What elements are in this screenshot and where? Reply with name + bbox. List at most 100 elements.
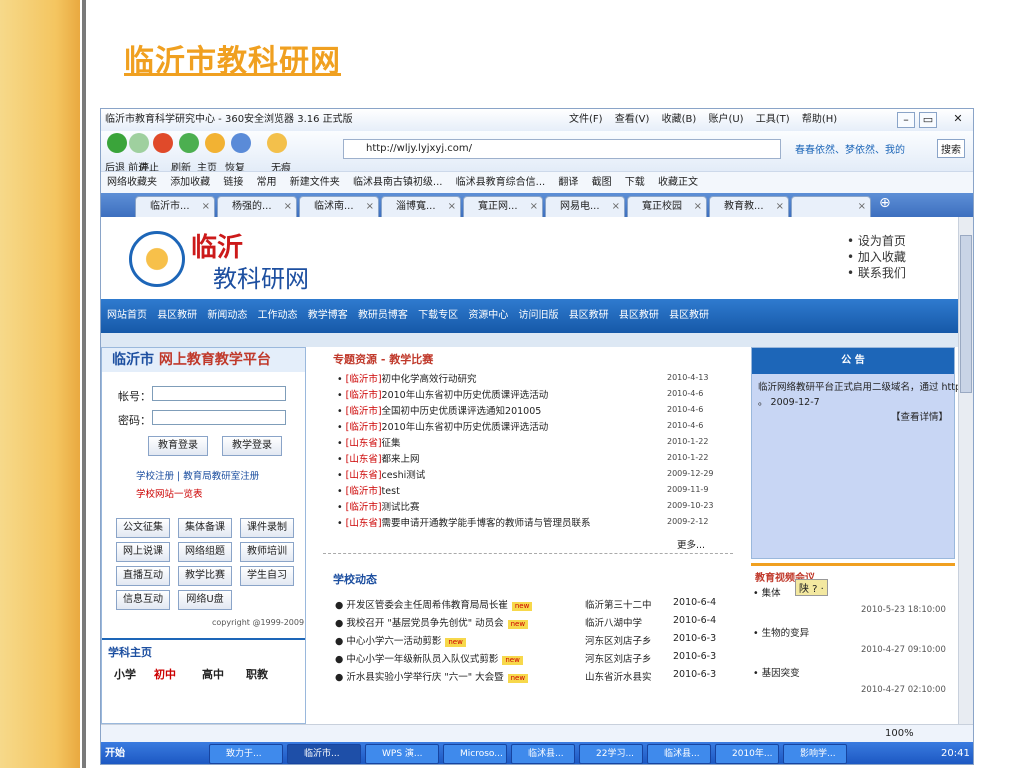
school-news-item[interactable]: ● 中心小学六一活动剪影 new xyxy=(335,633,466,647)
fav-item[interactable]: 常用 xyxy=(257,177,277,188)
taskbar-item[interactable]: 临沭县... xyxy=(647,744,711,764)
password-input[interactable] xyxy=(152,410,286,425)
restore-page-icon[interactable] xyxy=(231,133,251,153)
menu-account[interactable]: 账户(U) xyxy=(708,114,743,125)
zoom-level[interactable]: 100% xyxy=(885,725,914,742)
level-tab[interactable]: 高中 xyxy=(202,666,224,682)
news-item[interactable]: • [山东省]ceshi测试 xyxy=(337,467,425,481)
fav-item[interactable]: 链接 xyxy=(223,177,243,188)
school-news-item[interactable]: ● 开发区管委会主任周希伟教育局局长崔 new xyxy=(335,597,533,611)
tab[interactable]: 寬正校园 × xyxy=(627,196,707,217)
school-news-item[interactable]: ● 沂水县实验小学举行庆 "六一" 大会暨 new xyxy=(335,669,529,683)
set-homepage-link[interactable]: • 设为首页 xyxy=(847,233,906,249)
level-tab[interactable]: 职教 xyxy=(246,666,268,682)
fav-item[interactable]: 网络收藏夹 xyxy=(107,177,157,188)
quick-link-button[interactable]: 信息互动 xyxy=(116,590,170,610)
no-trace-icon[interactable] xyxy=(267,133,287,153)
add-favorite-link[interactable]: • 加入收藏 xyxy=(847,249,906,265)
teacher-login-button[interactable]: 教学登录 xyxy=(222,436,282,456)
taskbar-item[interactable]: 临沂市... xyxy=(287,744,361,764)
stop-label[interactable]: 停止 xyxy=(139,159,159,171)
stop-icon[interactable] xyxy=(153,133,173,153)
back-icon[interactable] xyxy=(107,133,127,153)
taskbar-item[interactable]: 影响学... xyxy=(783,744,847,764)
tab[interactable]: 临沂市... × xyxy=(135,196,215,217)
school-list-link[interactable]: 学校网站一览表 xyxy=(136,486,203,500)
level-tab[interactable]: 初中 xyxy=(154,666,176,682)
translate-tool[interactable]: 翻译 xyxy=(558,177,578,188)
tab[interactable]: 杨强的... × xyxy=(217,196,297,217)
video-item[interactable]: • 集体 xyxy=(753,585,781,599)
taskbar-item[interactable]: 22学习... xyxy=(579,744,643,764)
quick-link-button[interactable]: 网络组题 xyxy=(178,542,232,562)
refresh-icon[interactable] xyxy=(179,133,199,153)
education-login-button[interactable]: 教育登录 xyxy=(148,436,208,456)
nav-item[interactable]: 县区教研 xyxy=(669,310,709,321)
download-tool[interactable]: 下载 xyxy=(625,177,645,188)
nav-item[interactable]: 教研员博客 xyxy=(358,310,408,321)
taskbar-item[interactable]: Microso... xyxy=(443,744,507,764)
fav-item[interactable]: 临沭县教育综合信... xyxy=(456,177,546,188)
start-button[interactable]: 开始 xyxy=(105,742,125,764)
home-label[interactable]: 主页 xyxy=(197,159,217,171)
quick-link-button[interactable]: 教师培训 xyxy=(240,542,294,562)
quick-link-button[interactable]: 课件录制 xyxy=(240,518,294,538)
news-item[interactable]: • [临沂市]2010年山东省初中历史优质课评选活动 xyxy=(337,419,548,433)
nav-item[interactable]: 下载专区 xyxy=(418,310,458,321)
news-item[interactable]: • [临沂市]全国初中历史优质课评选通知201005 xyxy=(337,403,541,417)
register-link[interactable]: 学校注册 | 教育局教研室注册 xyxy=(136,468,259,482)
tab[interactable]: 网易电... × xyxy=(545,196,625,217)
tab[interactable]: 教育教... × xyxy=(709,196,789,217)
more-link[interactable]: 更多... xyxy=(677,537,705,551)
menu-favorites[interactable]: 收藏(B) xyxy=(662,114,697,125)
nav-item[interactable]: 访问旧版 xyxy=(519,310,559,321)
news-item[interactable]: • [山东省]都来上网 xyxy=(337,451,420,465)
nav-item[interactable]: 县区教研 xyxy=(619,310,659,321)
taskbar-item[interactable]: 2010年... xyxy=(715,744,779,764)
nav-item[interactable]: 工作动态 xyxy=(258,310,298,321)
news-item[interactable]: • [山东省]需要申请开通教学能手博客的教师请与管理员联系 xyxy=(337,515,591,529)
tab[interactable]: 淄博寬... × xyxy=(381,196,461,217)
news-item[interactable]: • [临沂市]初中化学高效行动研究 xyxy=(337,371,477,385)
minimize-button[interactable]: – xyxy=(897,112,915,128)
screenshot-tool[interactable]: 截图 xyxy=(592,177,612,188)
taskbar-item[interactable]: 临沭县... xyxy=(511,744,575,764)
collect-tool[interactable]: 收藏正文 xyxy=(658,177,698,188)
page-scrollbar[interactable] xyxy=(958,217,973,724)
search-button[interactable]: 搜索 xyxy=(937,139,965,158)
fav-item[interactable]: 新建文件夹 xyxy=(290,177,340,188)
tab[interactable]: × xyxy=(791,196,871,217)
nav-item[interactable]: 教学博客 xyxy=(308,310,348,321)
school-news-item[interactable]: ● 我校召开 "基层党员争先创优" 动员会 new xyxy=(335,615,529,629)
nav-item[interactable]: 县区教研 xyxy=(569,310,609,321)
search-engine-name[interactable]: 春春依然、梦依然、我的 xyxy=(795,141,905,156)
quick-link-button[interactable]: 集体备课 xyxy=(178,518,232,538)
account-input[interactable] xyxy=(152,386,286,401)
restore-label[interactable]: 恢复 xyxy=(225,159,245,171)
menu-help[interactable]: 帮助(H) xyxy=(802,114,837,125)
taskbar-item[interactable]: WPS 演... xyxy=(365,744,439,764)
quick-link-button[interactable]: 网上说课 xyxy=(116,542,170,562)
refresh-label[interactable]: 刷新 xyxy=(171,159,191,171)
quick-link-button[interactable]: 直播互动 xyxy=(116,566,170,586)
menu-tools[interactable]: 工具(T) xyxy=(756,114,790,125)
news-item[interactable]: • [临沂市]test xyxy=(337,483,400,497)
fav-item[interactable]: 添加收藏 xyxy=(170,177,210,188)
menu-file[interactable]: 文件(F) xyxy=(569,114,603,125)
quick-link-button[interactable]: 公文征集 xyxy=(116,518,170,538)
tab[interactable]: 寬正网... × xyxy=(463,196,543,217)
news-item[interactable]: • [临沂市]2010年山东省初中历史优质课评选活动 xyxy=(337,387,548,401)
tab[interactable]: 临沭南... × xyxy=(299,196,379,217)
home-icon[interactable] xyxy=(205,133,225,153)
ime-toolbar[interactable]: 陕 ? · xyxy=(795,579,828,596)
quick-link-button[interactable]: 学生自习 xyxy=(240,566,294,586)
taskbar-item[interactable]: 致力于... xyxy=(209,744,283,764)
menu-view[interactable]: 查看(V) xyxy=(615,114,650,125)
nav-item[interactable]: 网站首页 xyxy=(107,310,147,321)
restore-button[interactable]: ▭ xyxy=(919,112,937,128)
close-icon[interactable]: ✕ xyxy=(949,112,967,128)
nav-item[interactable]: 资源中心 xyxy=(468,310,508,321)
nav-item[interactable]: 新闻动态 xyxy=(207,310,247,321)
no-trace-label[interactable]: 无痕 xyxy=(271,159,291,171)
news-item[interactable]: • [临沂市]测试比赛 xyxy=(337,499,420,513)
